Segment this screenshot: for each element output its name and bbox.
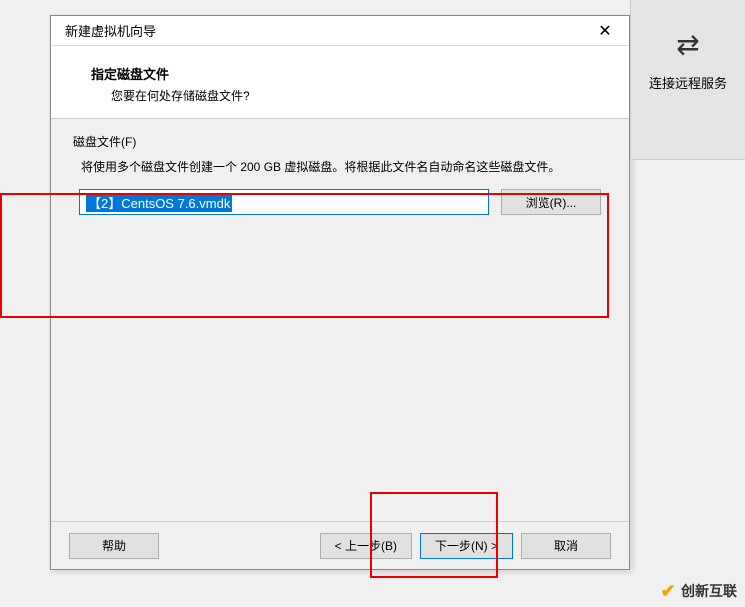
- dialog-header: 指定磁盘文件 您要在何处存储磁盘文件?: [51, 46, 629, 119]
- browse-button[interactable]: 浏览(R)...: [501, 189, 601, 215]
- wizard-dialog: 新建虚拟机向导 ✕ 指定磁盘文件 您要在何处存储磁盘文件? 磁盘文件(F) 将使…: [50, 15, 630, 570]
- disk-filename-input[interactable]: 【2】CentsOS 7.6.vmdk: [79, 189, 489, 215]
- dialog-title: 新建虚拟机向导: [65, 21, 156, 40]
- next-button[interactable]: 下一步(N) >: [420, 533, 513, 559]
- titlebar: 新建虚拟机向导 ✕: [51, 16, 629, 46]
- disk-filename-value: 【2】CentsOS 7.6.vmdk: [86, 195, 232, 212]
- watermark-icon: ✔: [659, 582, 677, 600]
- header-title: 指定磁盘文件: [73, 64, 607, 83]
- cancel-button[interactable]: 取消: [521, 533, 611, 559]
- back-button[interactable]: < 上一步(B): [320, 533, 412, 559]
- side-panel: ⇄ 连接远程服务: [630, 0, 745, 160]
- close-button[interactable]: ✕: [589, 17, 621, 45]
- help-button[interactable]: 帮助: [69, 533, 159, 559]
- file-input-row: 【2】CentsOS 7.6.vmdk 浏览(R)...: [73, 185, 607, 245]
- watermark: ✔ 创新互联: [659, 581, 737, 601]
- disk-file-label: 磁盘文件(F): [73, 133, 607, 150]
- disk-file-description: 将使用多个磁盘文件创建一个 200 GB 虚拟磁盘。将根据此文件名自动命名这些磁…: [73, 158, 607, 177]
- dialog-body: 磁盘文件(F) 将使用多个磁盘文件创建一个 200 GB 虚拟磁盘。将根据此文件…: [51, 119, 629, 255]
- side-panel-label: 连接远程服务: [649, 73, 727, 92]
- header-subtitle: 您要在何处存储磁盘文件?: [73, 87, 607, 104]
- transfer-icon[interactable]: ⇄: [676, 28, 699, 61]
- dialog-footer: 帮助 < 上一步(B) 下一步(N) > 取消: [51, 521, 629, 569]
- watermark-text: 创新互联: [681, 581, 737, 601]
